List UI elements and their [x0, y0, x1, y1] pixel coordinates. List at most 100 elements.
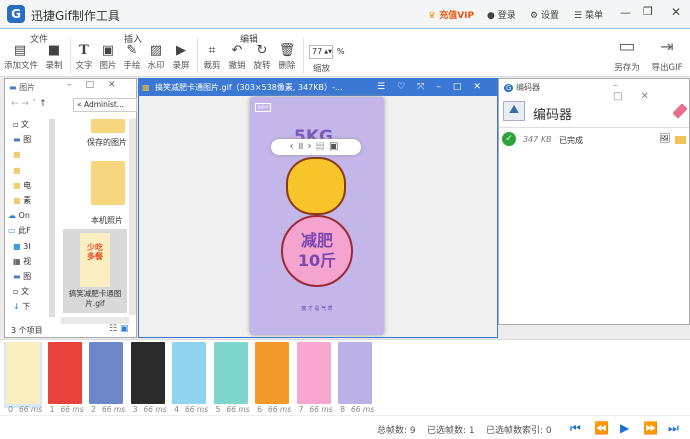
- encoder-title: 编码器: [515, 83, 540, 92]
- window-controls[interactable]: –□✕: [67, 80, 130, 90]
- save-as-label: 另存为: [614, 63, 640, 73]
- selected-frames: 已选帧数: 1: [427, 426, 475, 436]
- nav-item[interactable]: ■: [13, 163, 53, 178]
- zoom-input[interactable]: 77 ▲▼: [309, 45, 333, 59]
- add-file-button[interactable]: ▤ 添加文件: [4, 43, 38, 71]
- first-frame-button[interactable]: ⏮: [570, 421, 581, 436]
- frame-index: 0: [8, 405, 14, 414]
- undo-button[interactable]: ↶ 撤销: [223, 43, 251, 71]
- rotate-label: 旋转: [253, 61, 271, 71]
- crop-button[interactable]: ⌗ 裁剪: [198, 43, 226, 71]
- minimize-button[interactable]: —: [620, 6, 631, 19]
- nav-item[interactable]: ■: [13, 147, 53, 162]
- encoder-window-controls[interactable]: –□✕: [613, 80, 689, 102]
- nav-item[interactable]: ■ 3I: [13, 239, 53, 254]
- frame-image: [172, 342, 206, 404]
- screen-record-icon: ▶: [176, 43, 186, 58]
- restore-button[interactable]: ❐: [643, 5, 653, 18]
- watermark-button[interactable]: ▨ 水印: [142, 43, 170, 71]
- play-button[interactable]: ▶: [620, 421, 629, 435]
- nav-label: 图: [23, 272, 32, 282]
- record-label: 录制: [45, 61, 63, 71]
- menu-button[interactable]: ☰ 菜单: [574, 8, 603, 21]
- encode-status: 已完成: [559, 136, 583, 145]
- nav-item[interactable]: ▬ 图: [13, 269, 53, 284]
- frame-index: 8: [340, 405, 346, 414]
- cat-illustration: [286, 157, 346, 215]
- nav-label: 下: [22, 302, 31, 312]
- gif-thumbnail: 少吃 多餐: [80, 233, 110, 287]
- frame-thumbnail[interactable]: 3 66 ms: [129, 342, 167, 414]
- nav-item[interactable]: ▬ 图: [13, 132, 53, 147]
- frame-image: [89, 342, 123, 404]
- frame-thumbnail[interactable]: 5 66 ms: [212, 342, 250, 414]
- frame-thumbnail[interactable]: 7 66 ms: [295, 342, 333, 414]
- nav-label: 图: [23, 135, 32, 145]
- watermark-icon: ▨: [149, 43, 163, 58]
- nav-item[interactable]: ▫ 文: [13, 117, 53, 132]
- frame-index: 1: [49, 405, 55, 414]
- delete-label: 删除: [278, 61, 296, 71]
- playback-toolbar: ‹॥›▤▣: [271, 139, 361, 155]
- spin-icon[interactable]: ▲▼: [324, 46, 332, 58]
- ball-graphic: 减肥 10斤: [281, 215, 353, 287]
- open-image-icon[interactable]: 🖼: [659, 134, 670, 144]
- frame-delay: 66 ms: [268, 405, 292, 414]
- nav-pane: ▫ 文 ▬ 图 ■ ■ ■ 电 ■ 素 ☁ On ▭ 此F ■ 3I ▦ 视 ▬…: [8, 117, 53, 315]
- screen-record-label: 录屏: [172, 61, 190, 71]
- file-item-gif-selected[interactable]: 少吃 多餐 搞笑减肥卡通图片.gif: [63, 229, 127, 313]
- frame-delay: 66 ms: [226, 405, 250, 414]
- nav-item[interactable]: ☁ On: [8, 208, 53, 223]
- export-gif-button[interactable]: ⇥ 导出GIF: [648, 39, 686, 74]
- vip-button[interactable]: ♛ 充值VIP: [428, 8, 474, 21]
- folder-icon: [91, 119, 125, 133]
- vertical-scrollbar[interactable]: [129, 119, 136, 315]
- encoded-size: 347 KB: [523, 135, 552, 144]
- settings-label: 设置: [540, 11, 559, 21]
- delete-button[interactable]: 🗑 删除: [273, 43, 301, 71]
- nav-item[interactable]: ■ 素: [13, 193, 53, 208]
- rotate-button[interactable]: ↻ 旋转: [248, 43, 276, 71]
- nav-item[interactable]: ■ 电: [13, 178, 53, 193]
- horizontal-scrollbar[interactable]: [61, 317, 129, 324]
- view-toggle-icons[interactable]: ☷ ▣: [109, 324, 128, 334]
- last-frame-button[interactable]: ⏭: [668, 421, 679, 436]
- frame-thumbnail[interactable]: 0 66 ms: [4, 342, 42, 414]
- next-frame-button[interactable]: ›: [308, 141, 316, 152]
- frame-thumbnail[interactable]: 4 66 ms: [170, 342, 208, 414]
- frame-thumbnail[interactable]: 1 66 ms: [46, 342, 84, 414]
- frame-thumbnail[interactable]: 2 66 ms: [87, 342, 125, 414]
- close-button[interactable]: ✕: [671, 5, 681, 19]
- nav-item[interactable]: ▦ 视: [13, 254, 53, 269]
- eraser-icon[interactable]: [672, 103, 688, 119]
- nav-scrollbar[interactable]: [49, 119, 55, 317]
- settings-button[interactable]: ⚙ 设置: [530, 8, 559, 21]
- login-button[interactable]: ● 登录: [487, 8, 516, 21]
- rewind-button[interactable]: ⏪: [594, 421, 609, 435]
- nav-buttons[interactable]: ← → ˅ ↑: [11, 99, 47, 109]
- save-frame-button[interactable]: ▤: [316, 141, 329, 152]
- frame-image: [255, 342, 289, 404]
- picture-folder-icon: ▬: [9, 83, 17, 92]
- frame-thumbnail[interactable]: 8 66 ms: [336, 342, 374, 414]
- title-bar: G 迅捷Gif制作工具 ♛ 充值VIP ● 登录 ⚙ 设置 ☰ 菜单 — ❐ ✕: [0, 0, 690, 29]
- viewer-controls[interactable]: ☰♡⤧–□✕: [377, 79, 493, 96]
- frame-thumbnail[interactable]: 6 66 ms: [253, 342, 291, 414]
- app-title: 迅捷Gif制作工具: [31, 9, 120, 23]
- nav-item[interactable]: ▭ 此F: [8, 223, 53, 238]
- save-as-icon: ▭: [618, 36, 636, 57]
- fast-forward-button[interactable]: ⏩: [643, 421, 658, 435]
- prev-frame-button[interactable]: ‹: [290, 141, 298, 152]
- nav-item[interactable]: ↓ 下: [13, 299, 53, 314]
- pause-button[interactable]: ॥: [298, 141, 308, 152]
- address-bar[interactable]: « Administ...: [73, 98, 137, 112]
- nav-item[interactable]: ▫ 文: [13, 284, 53, 299]
- save-all-button[interactable]: ▣: [329, 141, 342, 152]
- open-folder-icon[interactable]: [675, 136, 686, 144]
- save-as-button[interactable]: ▭ 另存为: [612, 36, 642, 74]
- gif-preview: 迅捷GIF 5KG 减肥 10斤 瘦 才 是 气 质: [250, 97, 384, 335]
- record-button[interactable]: ■ 录制: [40, 43, 68, 71]
- menu-label: 菜单: [584, 11, 603, 21]
- screen-record-button[interactable]: ▶ 录屏: [167, 43, 195, 71]
- viewer-title-bar: ▩ 搞笑减肥卡通图片.gif（303×538像素, 347KB）-... ☰♡⤧…: [139, 79, 497, 96]
